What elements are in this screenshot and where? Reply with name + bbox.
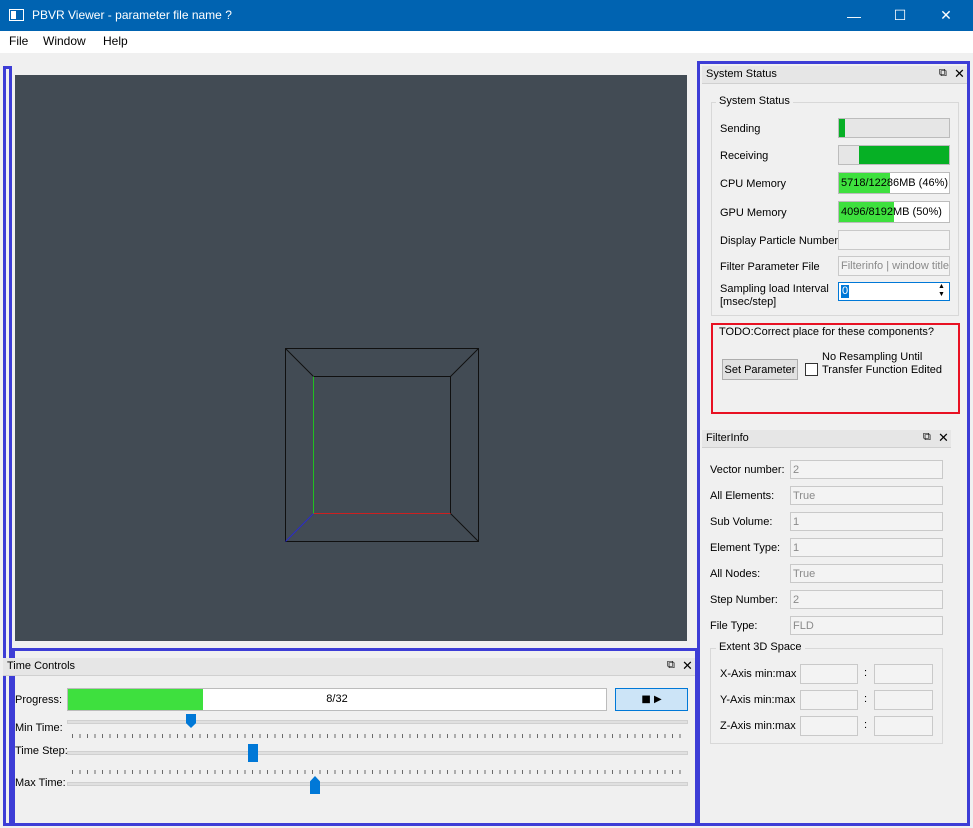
filterinfo-field: True <box>790 564 943 583</box>
cpu-memory-text: 5718/12286MB (46%) <box>841 177 949 189</box>
gpu-memory-bar: 4096/8192MB (50%) <box>838 201 950 223</box>
axis-min-field <box>800 716 858 736</box>
system-status-dock-title: System Status <box>706 68 777 80</box>
close-icon[interactable]: ✕ <box>682 658 693 674</box>
axis-separator: : <box>864 693 868 705</box>
filterinfo-label: Sub Volume: <box>710 516 773 528</box>
render-view[interactable] <box>15 75 687 641</box>
receiving-progress <box>838 145 950 165</box>
max-time-label: Max Time: <box>15 777 66 789</box>
time-controls-dock-title: Time Controls <box>7 660 76 672</box>
particle-number-label: Display Particle Number <box>720 235 838 247</box>
axis-label: Z-Axis min:max <box>720 720 796 732</box>
menu-help[interactable]: Help <box>103 34 128 48</box>
menu-bar: File Window Help <box>0 31 973 53</box>
sampling-interval-label: Sampling load Interval <box>720 283 829 295</box>
no-resampling-label-line2: Transfer Function Edited <box>822 364 943 376</box>
filterinfo-field: 2 <box>790 590 943 609</box>
filterinfo-label: Element Type: <box>710 542 781 554</box>
spin-up-icon[interactable]: ▲ <box>935 283 948 291</box>
axis-separator: : <box>864 719 868 731</box>
close-icon[interactable]: ✕ <box>923 0 969 31</box>
cpu-memory-label: CPU Memory <box>720 178 787 190</box>
sampling-interval-unit: [msec/step] <box>720 296 777 308</box>
progress-label: Progress: <box>15 694 63 706</box>
axis-separator: : <box>864 667 868 679</box>
sending-progress <box>838 118 950 138</box>
app-icon <box>9 9 24 21</box>
filter-parameter-label: Filter Parameter File <box>720 261 820 273</box>
filterinfo-field: 1 <box>790 538 943 557</box>
maximize-icon[interactable]: ☐ <box>877 0 923 31</box>
gpu-memory-text: 4096/8192MB (50%) <box>841 206 942 218</box>
menu-window[interactable]: Window <box>43 34 86 48</box>
min-time-track[interactable] <box>67 720 688 724</box>
filterinfo-field: True <box>790 486 943 505</box>
close-icon[interactable]: ✕ <box>954 66 965 82</box>
todo-title: TODO:Correct place for these components? <box>719 326 935 338</box>
minimize-icon[interactable]: — <box>831 0 877 31</box>
min-time-label: Min Time: <box>15 722 63 734</box>
max-time-ticks <box>72 770 684 774</box>
sampling-interval-value: 0 <box>841 285 850 298</box>
axis-label: Y-Axis min:max <box>720 694 796 706</box>
gpu-memory-label: GPU Memory <box>720 207 787 219</box>
window-title: PBVR Viewer - parameter file name ? <box>32 8 232 22</box>
extent-3d-title: Extent 3D Space <box>716 641 805 653</box>
axis-min-field <box>800 690 858 710</box>
min-time-ticks <box>72 734 684 738</box>
menu-file[interactable]: File <box>9 34 28 48</box>
filterinfo-label: Step Number: <box>710 594 778 606</box>
float-icon[interactable]: ⧉ <box>939 67 947 80</box>
filterinfo-label: Vector number: <box>710 464 785 476</box>
time-progress-bar: 8/32 <box>67 688 607 711</box>
max-time-track[interactable] <box>67 782 688 786</box>
float-icon[interactable]: ⧉ <box>667 659 675 672</box>
filterinfo-dock-title: FilterInfo <box>706 432 749 444</box>
receiving-progress-fill <box>858 146 949 164</box>
filterinfo-field: FLD <box>790 616 943 635</box>
play-stop-button[interactable]: ■ ▶ <box>615 688 688 711</box>
wireframe-box <box>285 348 479 542</box>
time-controls-dock-header: Time Controls ⧉ ✕ <box>3 658 695 676</box>
receiving-label: Receiving <box>720 150 769 162</box>
axis-min-field <box>800 664 858 684</box>
axis-max-field <box>874 716 933 736</box>
filterinfo-label: All Nodes: <box>710 568 761 580</box>
title-bar: PBVR Viewer - parameter file name ? — ☐ … <box>0 0 973 31</box>
system-status-dock-header: System Status ⧉ ✕ <box>702 66 967 84</box>
time-progress-text: 8/32 <box>326 693 348 705</box>
filterinfo-label: All Elements: <box>710 490 775 502</box>
time-step-label: Time Step: <box>15 745 68 757</box>
no-resampling-checkbox[interactable] <box>805 363 818 376</box>
filterinfo-dock-header: FilterInfo ⧉ ✕ <box>702 430 951 448</box>
axis-label: X-Axis min:max <box>720 668 797 680</box>
cpu-memory-bar: 5718/12286MB (46%) <box>838 172 950 194</box>
no-resampling-label-line1: No Resampling Until <box>822 351 923 363</box>
set-parameter-button[interactable]: Set Parameter <box>722 359 798 380</box>
close-icon[interactable]: ✕ <box>938 430 949 446</box>
filterinfo-label: File Type: <box>710 620 758 632</box>
time-step-slider-handle[interactable] <box>248 744 258 762</box>
axis-max-field <box>874 664 933 684</box>
spin-down-icon[interactable]: ▼ <box>935 291 948 299</box>
filterinfo-field: 2 <box>790 460 943 479</box>
left-dock-frame <box>3 66 12 826</box>
sending-progress-fill <box>839 119 845 137</box>
sampling-interval-spinbox[interactable]: 0 ▲ ▼ <box>838 282 950 301</box>
time-step-track[interactable] <box>67 751 688 755</box>
particle-number-field <box>838 230 950 250</box>
filter-parameter-field: Filterinfo | window title <box>838 256 950 276</box>
float-icon[interactable]: ⧉ <box>923 431 931 444</box>
system-status-group-title: System Status <box>716 95 793 107</box>
sending-label: Sending <box>720 123 761 135</box>
axis-max-field <box>874 690 933 710</box>
filterinfo-field: 1 <box>790 512 943 531</box>
